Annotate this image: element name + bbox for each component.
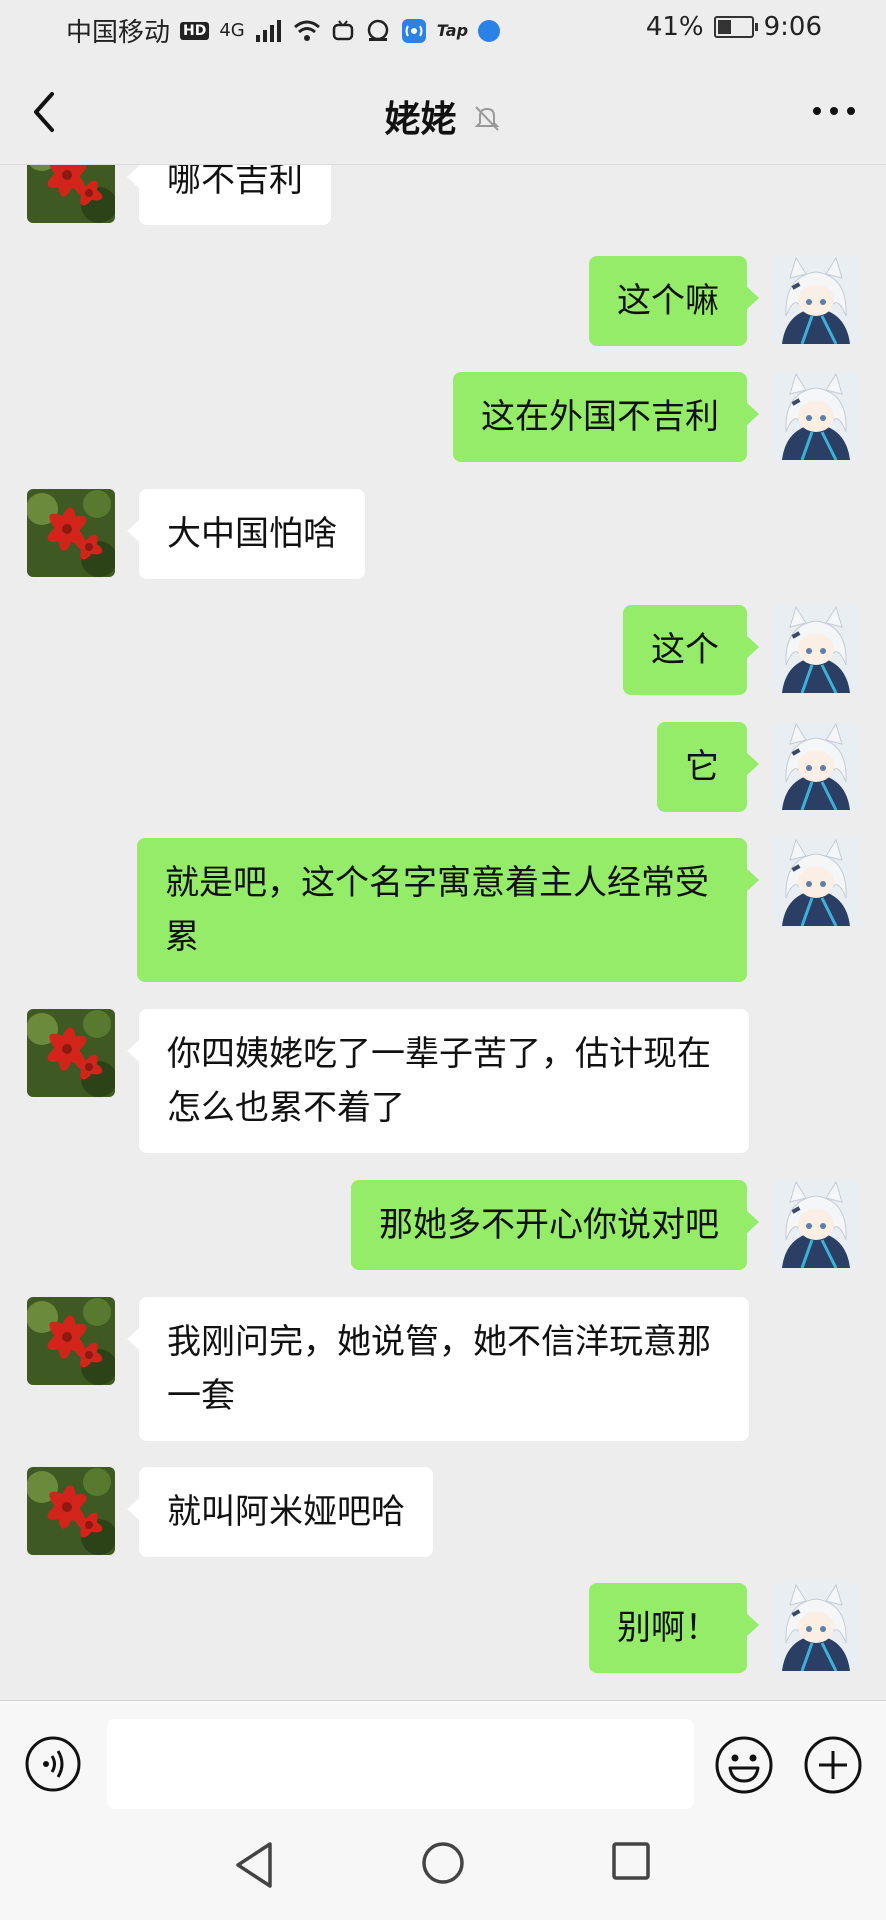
message-bubble[interactable]: 就是吧，这个名字寓意着主人经常受累 — [137, 838, 759, 982]
contact-avatar[interactable] — [27, 165, 115, 223]
emoji-icon[interactable] — [714, 1735, 774, 1795]
hd-icon: HD — [180, 21, 210, 40]
browser-app-icon — [478, 19, 501, 42]
message-bubble[interactable]: 就叫阿米娅吧哈 — [127, 1467, 433, 1557]
status-right: 41% 9:06 — [646, 12, 822, 42]
status-left: 中国移动 HD 4G Tap — [66, 12, 501, 49]
page-title: 姥姥 — [384, 99, 457, 140]
cloud-app-icon — [367, 19, 389, 41]
user-avatar[interactable] — [772, 1180, 860, 1268]
nav-recent-icon[interactable] — [611, 1841, 651, 1881]
contact-avatar[interactable] — [27, 1297, 115, 1385]
tv-app-icon — [332, 19, 354, 40]
title-wrap: 姥姥 — [0, 90, 886, 142]
signal-icon — [255, 19, 281, 42]
network-type-label: 4G — [219, 19, 245, 41]
chat-area[interactable]: 哪不吉利 这个嘛 这在外国不吉利 大中国怕啥 这个 它 就是吧，这个名字寓意着主… — [0, 165, 886, 1700]
plus-icon[interactable] — [803, 1735, 863, 1795]
bell-muted-icon — [474, 106, 499, 131]
user-avatar[interactable] — [772, 722, 860, 810]
nav-back-icon[interactable] — [232, 1840, 276, 1890]
system-nav-bar — [0, 1810, 886, 1920]
message-input[interactable] — [107, 1719, 694, 1809]
contact-avatar[interactable] — [27, 489, 115, 577]
user-avatar[interactable] — [772, 605, 860, 693]
contact-avatar[interactable] — [27, 1009, 115, 1097]
message-bubble[interactable]: 我刚问完，她说管，她不信洋玩意那一套 — [127, 1297, 749, 1441]
status-bar: 中国移动 HD 4G Tap 41% 9:06 — [0, 0, 886, 60]
message-bubble[interactable]: 这在外国不吉利 — [453, 372, 759, 462]
message-bubble[interactable]: 这个嘛 — [589, 256, 759, 346]
nav-home-icon[interactable] — [420, 1840, 466, 1886]
message-bubble[interactable]: 哪不吉利 — [127, 165, 331, 225]
battery-icon — [713, 16, 758, 38]
wifi-icon — [293, 20, 320, 41]
message-bubble[interactable]: 别啊！ — [589, 1583, 759, 1673]
chat-header: 姥姥 — [0, 60, 886, 165]
clock: 9:06 — [763, 12, 822, 42]
user-avatar[interactable] — [772, 256, 860, 344]
user-avatar[interactable] — [772, 1583, 860, 1671]
more-dots-icon[interactable] — [810, 104, 858, 118]
user-avatar[interactable] — [772, 372, 860, 460]
contact-avatar[interactable] — [27, 1467, 115, 1555]
message-bubble[interactable]: 大中国怕啥 — [127, 489, 365, 579]
voice-icon[interactable] — [24, 1735, 82, 1793]
message-bubble[interactable]: 那她多不开心你说对吧 — [351, 1180, 759, 1270]
hotspot-app-icon — [401, 18, 426, 43]
user-avatar[interactable] — [772, 838, 860, 926]
carrier-label: 中国移动 — [66, 18, 171, 48]
input-bar — [0, 1700, 886, 1811]
message-bubble[interactable]: 你四姨姥吃了一辈子苦了，估计现在怎么也累不着了 — [127, 1009, 749, 1153]
tap-app-icon: Tap — [436, 21, 469, 40]
message-bubble[interactable]: 这个 — [623, 605, 759, 695]
message-bubble[interactable]: 它 — [657, 722, 759, 812]
battery-percent: 41% — [645, 12, 704, 42]
